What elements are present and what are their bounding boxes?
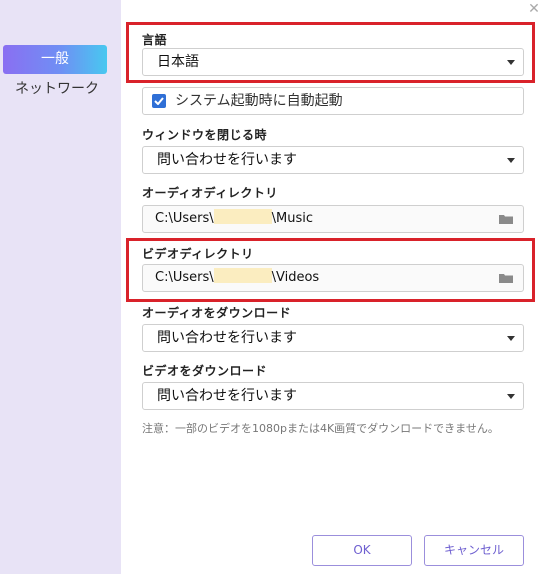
audio-dir-field[interactable]: C:\Users\ \Music (142, 205, 524, 233)
sidebar-item-network[interactable]: ネットワーク (15, 78, 99, 98)
video-download-value: 問い合わせを行います (157, 388, 297, 404)
audio-dir-suffix: \Music (271, 211, 313, 226)
video-download-select[interactable]: 問い合わせを行います (142, 382, 524, 410)
startup-label: システム起動時に自動起動 (175, 93, 343, 109)
close-window-label: ウィンドウを閉じる時 (142, 128, 268, 142)
highlight-box-language (126, 22, 535, 83)
cancel-button[interactable]: キャンセル (424, 535, 524, 566)
close-window-value: 問い合わせを行います (157, 152, 297, 168)
sidebar-item-general[interactable]: 一般 (3, 45, 107, 74)
chevron-down-icon (507, 336, 515, 341)
redacted-username (213, 209, 272, 224)
close-icon[interactable]: ✕ (527, 2, 541, 16)
audio-download-value: 問い合わせを行います (157, 330, 297, 346)
chevron-down-icon (507, 394, 515, 399)
checkbox-checked-icon[interactable] (152, 94, 166, 108)
audio-dir-prefix: C:\Users\ (155, 211, 214, 226)
audio-download-label: オーディオをダウンロード (142, 306, 292, 320)
chevron-down-icon (507, 158, 515, 163)
close-window-select[interactable]: 問い合わせを行います (142, 146, 524, 174)
startup-option[interactable]: システム起動時に自動起動 (142, 87, 524, 115)
sidebar: 一般 ネットワーク (0, 0, 121, 574)
ok-button[interactable]: OK (312, 535, 412, 566)
audio-dir-label: オーディオディレクトリ (142, 186, 278, 200)
highlight-box-video-dir (126, 238, 535, 302)
folder-icon[interactable] (499, 214, 513, 224)
audio-download-select[interactable]: 問い合わせを行います (142, 324, 524, 352)
download-note: 注意：一部のビデオを1080pまたは4K画質でダウンロードできません。 (142, 422, 499, 435)
video-download-label: ビデオをダウンロード (142, 364, 268, 378)
